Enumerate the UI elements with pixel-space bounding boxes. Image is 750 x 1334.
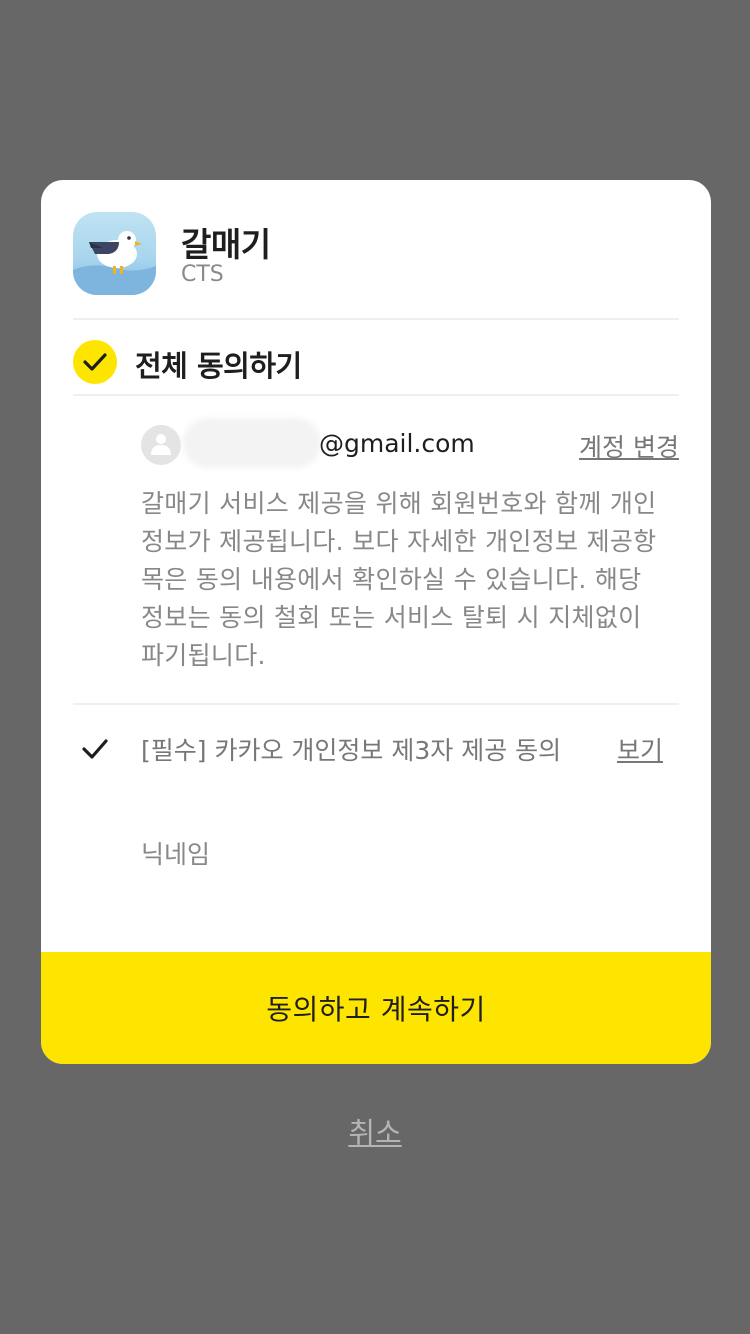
divider <box>73 394 679 396</box>
cancel-button[interactable]: 취소 <box>348 1116 401 1150</box>
view-terms-link[interactable]: 보기 <box>617 732 663 770</box>
agree-all-checkbox[interactable]: 전체 동의하기 <box>73 340 679 384</box>
agree-continue-button[interactable]: 동의하고 계속하기 <box>41 952 711 1064</box>
divider <box>73 703 679 705</box>
consent-dialog: 갈매기 CTS 전체 동의하기 @gmail.com 계정 변경 갈매기 서비스… <box>41 180 711 1064</box>
provided-field-nickname: 닉네임 <box>141 840 211 869</box>
required-consent-item[interactable]: [필수] 카카오 개인정보 제3자 제공 동의 보기 <box>73 732 679 822</box>
app-name: 갈매기 <box>181 225 271 264</box>
change-account-link[interactable]: 계정 변경 <box>579 428 679 464</box>
app-header: 갈매기 CTS <box>73 212 679 297</box>
seagull-app-icon <box>73 212 156 295</box>
account-email: @gmail.com <box>319 429 475 458</box>
agree-all-label: 전체 동의하기 <box>135 349 302 383</box>
account-row: @gmail.com 계정 변경 <box>141 418 679 468</box>
divider <box>73 318 679 320</box>
cancel-area: 취소 <box>0 1110 750 1152</box>
checkmark-icon <box>82 739 108 759</box>
redacted-username <box>183 418 321 468</box>
consent-description: 갈매기 서비스 제공을 위해 회원번호와 함께 개인정보가 제공됩니다. 보다 … <box>141 489 657 670</box>
required-consent-label: [필수] 카카오 개인정보 제3자 제공 동의 <box>141 736 562 765</box>
app-developer: CTS <box>181 262 224 287</box>
check-circle-icon <box>73 340 117 384</box>
avatar <box>141 425 181 465</box>
